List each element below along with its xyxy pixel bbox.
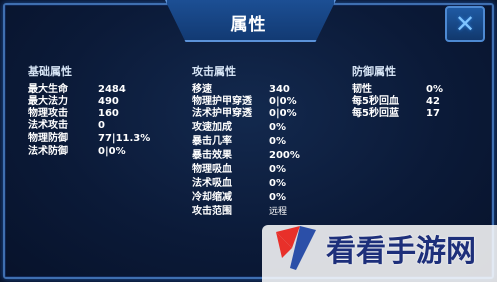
basic-section-title: 基础属性	[28, 65, 72, 78]
stat-row: 韧性 0%	[352, 84, 443, 95]
stat-row: 法术护甲穿透 0|0%	[192, 108, 297, 119]
stat-row: 物理防御 77|11.3%	[28, 133, 151, 144]
stat-row: 暴击几率 0%	[192, 136, 286, 147]
stat-row: 攻速加成 0%	[192, 122, 286, 133]
defense-section-title: 防御属性	[352, 65, 396, 78]
attribute-panel: 属性 ✕ 基础属性 最大生命 2484 最大法力 490 物理攻击 160 法术攻击 0…	[0, 0, 497, 282]
close-x-icon: ✕	[454, 10, 476, 38]
stat-row: 冷却缩减 0%	[192, 192, 286, 203]
watermark: 看看手游网	[270, 222, 476, 274]
stat-row: 每5秒回血 42	[352, 96, 440, 107]
watermark-logo-icon	[276, 226, 316, 270]
stat-row: 法术吸血 0%	[192, 178, 286, 189]
stat-row: 最大生命 2484	[28, 84, 126, 95]
stat-row: 暴击效果 200%	[192, 150, 300, 161]
stat-row: 物理攻击 160	[28, 108, 119, 119]
stat-row: 最大法力 490	[28, 96, 119, 107]
stat-row: 每5秒回蓝 17	[352, 108, 440, 119]
stat-row: 物理护甲穿透 0|0%	[192, 96, 297, 107]
panel-title: 属性	[230, 15, 267, 35]
attack-section-title: 攻击属性	[192, 65, 236, 78]
watermark-text: 看看手游网	[326, 234, 476, 269]
stat-row: 物理吸血 0%	[192, 164, 286, 175]
stat-row: 攻击范围 远程	[192, 206, 288, 217]
stat-row: 移速 340	[192, 84, 290, 95]
close-button[interactable]: ✕	[445, 6, 485, 42]
stat-row: 法术防御 0|0%	[28, 146, 126, 157]
stat-row: 法术攻击 0	[28, 120, 105, 131]
